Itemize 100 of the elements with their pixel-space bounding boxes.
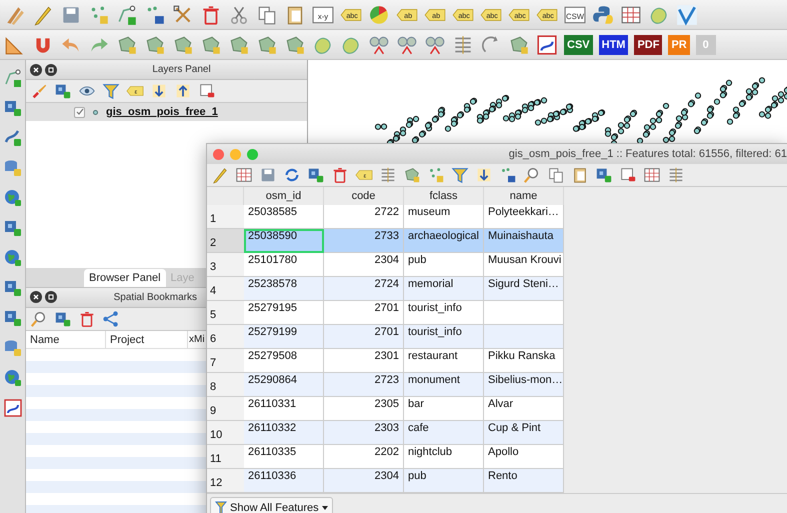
column-header[interactable]: xMi (188, 330, 206, 348)
float-button[interactable] (45, 64, 57, 76)
delete-icon[interactable] (78, 310, 96, 328)
show-features-button[interactable]: Show All Features (210, 497, 333, 513)
polygon-icon[interactable] (256, 34, 278, 56)
panel-tab[interactable]: Browser Panel (84, 268, 166, 286)
search-icon[interactable] (30, 310, 48, 328)
polygon-icon[interactable] (144, 34, 166, 56)
row-number[interactable]: 4 (207, 277, 244, 301)
caret-icon (322, 506, 328, 510)
table-cell: 25038590 (244, 229, 324, 253)
brush-icon[interactable] (30, 82, 48, 100)
row-number[interactable]: 2 (207, 229, 244, 253)
row-number[interactable]: 10 (207, 421, 244, 445)
column-header[interactable]: osm_id (244, 187, 324, 205)
table-cell: 2304 (324, 253, 404, 277)
polygon-icon[interactable] (403, 166, 421, 184)
table-cell: Pikku Ranska (484, 349, 564, 373)
format-button[interactable]: PDF (634, 34, 662, 54)
layer-add-icon[interactable] (54, 310, 72, 328)
filter-icon[interactable] (451, 166, 469, 184)
table-cell: 2701 (324, 301, 404, 325)
pencil-icon[interactable] (211, 166, 229, 184)
line-nodes-icon[interactable] (116, 4, 138, 26)
table-cell: 26110335 (244, 445, 324, 469)
table-cell: 25290864 (244, 373, 324, 397)
remove-icon[interactable] (198, 82, 216, 100)
line-nodes-icon[interactable] (2, 68, 22, 88)
globe-icon[interactable] (2, 188, 22, 208)
polygon-icon[interactable] (508, 34, 530, 56)
rows-icon[interactable] (667, 166, 685, 184)
share-icon[interactable] (102, 310, 120, 328)
points-arrow-icon[interactable] (499, 166, 517, 184)
column-header[interactable]: fclass (404, 187, 484, 205)
table-cell: 25279199 (244, 325, 324, 349)
row-number[interactable]: 1 (207, 205, 244, 229)
refresh-icon[interactable] (283, 166, 301, 184)
float-button[interactable] (45, 291, 57, 303)
arrow-down-icon[interactable] (475, 166, 493, 184)
layer-add-icon[interactable] (2, 308, 22, 328)
row-number[interactable]: 7 (207, 349, 244, 373)
polygon-icon[interactable] (172, 34, 194, 56)
arrow-down-icon[interactable] (150, 82, 168, 100)
search-icon[interactable] (523, 166, 541, 184)
polygon-icon[interactable] (228, 34, 250, 56)
layer-add-icon[interactable] (2, 278, 22, 298)
globe-icon[interactable] (2, 248, 22, 268)
line-add-icon[interactable] (2, 128, 22, 148)
table-cell: 2202 (324, 445, 404, 469)
table-icon[interactable] (235, 166, 253, 184)
row-number[interactable]: 3 (207, 253, 244, 277)
layer-add-icon[interactable] (54, 82, 72, 100)
pie-chart-icon[interactable] (368, 4, 390, 26)
route-icon[interactable] (2, 398, 22, 418)
column-header[interactable]: code (324, 187, 404, 205)
layer-add-icon[interactable] (2, 218, 22, 238)
table-cell: 25279195 (244, 301, 324, 325)
row-number[interactable]: 12 (207, 469, 244, 493)
arrow-up-icon[interactable] (174, 82, 192, 100)
table-cell: tourist_info (404, 325, 484, 349)
points-icon[interactable] (427, 166, 445, 184)
panel-title: Spatial Bookmarks (112, 292, 198, 302)
row-number[interactable]: 6 (207, 325, 244, 349)
table-icon[interactable] (643, 166, 661, 184)
database-add-icon[interactable] (2, 158, 22, 178)
row-number[interactable]: 8 (207, 373, 244, 397)
globe-icon[interactable] (2, 368, 22, 388)
polygon-icon[interactable] (116, 34, 138, 56)
table-cell: 2303 (324, 421, 404, 445)
database-add-icon[interactable] (2, 338, 22, 358)
route-icon[interactable] (536, 34, 558, 56)
save-icon[interactable] (259, 166, 277, 184)
format-button[interactable]: CSV (564, 34, 593, 54)
filter-icon[interactable] (102, 82, 120, 100)
polygon-icon[interactable] (284, 34, 306, 56)
delete-icon[interactable] (331, 166, 349, 184)
close-button[interactable] (30, 64, 42, 76)
plugin-icon[interactable] (676, 4, 698, 26)
python-icon[interactable] (592, 4, 614, 26)
table-cell: 25238578 (244, 277, 324, 301)
table-cell: Sibelius-mon… (484, 373, 564, 397)
paste-icon[interactable] (571, 166, 589, 184)
table-cell: 2305 (324, 397, 404, 421)
close-button[interactable] (30, 291, 42, 303)
row-number[interactable]: 11 (207, 445, 244, 469)
window-title: gis_osm_pois_free_1 :: Features total: 61556, filtered: 61 (508, 148, 787, 160)
layer-add-icon[interactable] (307, 166, 325, 184)
format-button[interactable]: HTM (598, 34, 628, 54)
row-number[interactable]: 5 (207, 301, 244, 325)
copy-icon[interactable] (547, 166, 565, 184)
row-number[interactable]: 9 (207, 397, 244, 421)
table-cell: pub (404, 253, 484, 277)
layer-checkbox[interactable] (74, 106, 85, 118)
rows-icon[interactable] (379, 166, 397, 184)
layer-add-icon[interactable] (595, 166, 613, 184)
table-cell: 2301 (324, 349, 404, 373)
remove-icon[interactable] (619, 166, 637, 184)
layer-add-icon[interactable] (2, 98, 22, 118)
column-header[interactable]: name (484, 187, 564, 205)
polygon-icon[interactable] (200, 34, 222, 56)
